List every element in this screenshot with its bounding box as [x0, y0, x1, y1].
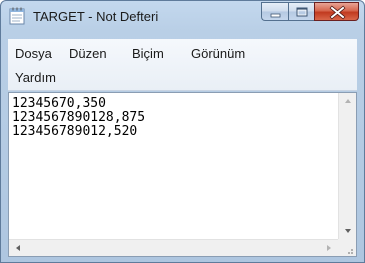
notepad-window: TARGET - Not Defteri Dosya Düzen Biçim G… — [0, 0, 365, 263]
scroll-down-arrow-icon[interactable] — [344, 228, 352, 234]
scroll-left-arrow-icon[interactable] — [15, 244, 21, 252]
menu-duzen[interactable]: Düzen — [69, 46, 107, 61]
menu-bicim[interactable]: Biçim — [132, 46, 164, 61]
minimize-button[interactable] — [261, 2, 288, 21]
menu-yardim[interactable]: Yardım — [15, 70, 56, 85]
scroll-up-arrow-icon[interactable] — [344, 98, 352, 104]
close-icon — [329, 5, 346, 20]
text-line: 123456789012,520 — [12, 124, 138, 139]
vertical-scrollbar[interactable] — [338, 93, 356, 239]
text-line: 1234567890128,875 — [12, 110, 146, 125]
scroll-right-arrow-icon[interactable] — [326, 244, 332, 252]
menu-dosya[interactable]: Dosya — [15, 46, 52, 61]
resize-grip-icon[interactable] — [338, 239, 356, 256]
maximize-icon — [296, 7, 308, 17]
editor-area: 12345670,350 1234567890128,875 12345678901… — [8, 92, 357, 257]
close-button[interactable] — [314, 2, 359, 21]
notepad-icon[interactable] — [9, 7, 25, 25]
title-bar[interactable]: TARGET - Not Defteri — [1, 1, 364, 31]
window-title: TARGET - Not Defteri — [33, 9, 159, 24]
menu-gorunum[interactable]: Görünüm — [191, 46, 245, 61]
maximize-button[interactable] — [288, 2, 314, 21]
text-editor[interactable]: 12345670,350 1234567890128,875 12345678901… — [10, 94, 338, 240]
horizontal-scrollbar[interactable] — [9, 239, 338, 256]
text-line: 12345670,350 — [12, 96, 106, 111]
minimize-icon — [270, 13, 281, 18]
menu-bar: Dosya Düzen Biçim Görünüm Yardım — [8, 39, 357, 91]
caption-buttons — [261, 2, 359, 22]
